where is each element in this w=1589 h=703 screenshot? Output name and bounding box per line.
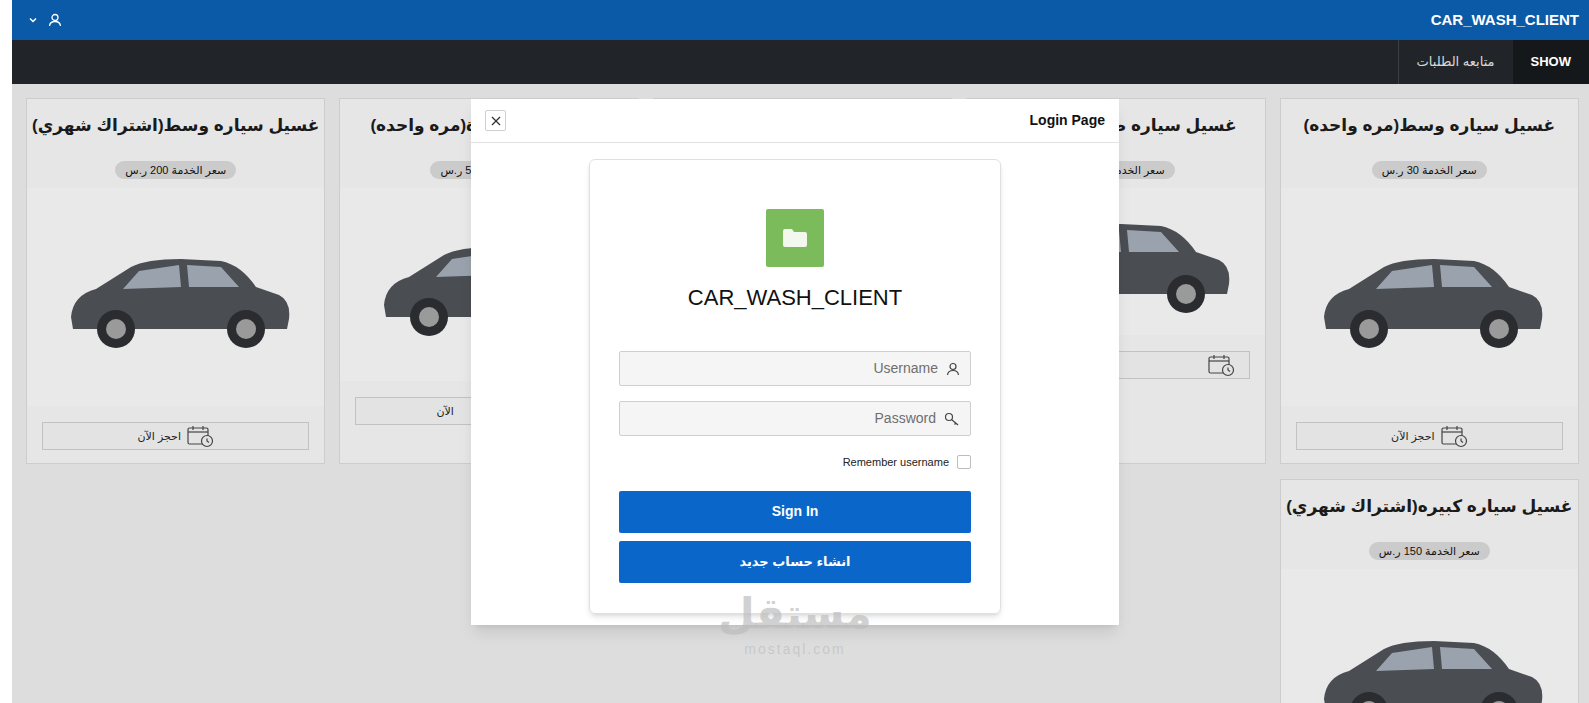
key-icon [944, 412, 960, 426]
service-title: غسيل سياره وسط(اشتراك شهري) [32, 114, 319, 138]
app-logo [766, 209, 824, 267]
car-photo [1281, 188, 1578, 406]
service-card: غسيل سياره وسط(مره واحده) سعر الخدمة 30 ر… [1280, 98, 1579, 464]
price-badge: سعر الخدمة 150 ر.س [1369, 542, 1490, 560]
login-card: CAR_WASH_CLIENT Remember username Sign In ا… [589, 159, 1001, 614]
book-label: احجز الآن [1391, 428, 1435, 445]
chevron-down-icon [28, 15, 38, 25]
login-field [619, 351, 971, 386]
user-icon [48, 13, 62, 27]
price-badge: سعر الخدمة 30 ر.س [1372, 161, 1487, 179]
sign-in-button[interactable]: Sign In [619, 491, 971, 533]
service-title: ة(مره واحده) [370, 114, 476, 138]
calendar-icon [187, 425, 214, 448]
dialog-title: Login Page [1030, 110, 1105, 131]
remember-label: Remember username [843, 454, 949, 471]
remember-row[interactable]: Remember username [619, 454, 971, 471]
watermark: مستقلmostaql.com [720, 589, 870, 660]
app-title: CAR_WASH_CLIENT [1431, 9, 1579, 32]
login-dialog: Login Page CAR_WASH_CLIENT Remember userna… [471, 99, 1119, 625]
top-bar: CAR_WASH_CLIENT [12, 0, 1589, 40]
nav-bar: SHOWمتابعه الطلبات [12, 40, 1589, 84]
car-photo [1281, 569, 1578, 703]
text-input[interactable] [630, 408, 936, 429]
dialog-header: Login Page [471, 99, 1119, 143]
register-button[interactable]: انشاء حساب جديد [619, 541, 971, 583]
calendar-icon [1208, 354, 1235, 377]
price-badge: سعر الخدمة 200 ر.س [115, 161, 236, 179]
car-photo [27, 188, 324, 406]
book-button[interactable]: احجز الآن [1296, 422, 1563, 450]
book-button[interactable]: احجز الآن [42, 422, 309, 450]
service-title: غسيل سياره كبيره(اشتراك شهري) [1286, 495, 1572, 519]
service-card: غسيل سياره كبيره(اشتراك شهري) سعر الخدمة … [1280, 479, 1579, 703]
content: غسيل سياره وسط(مره واحده) سعر الخدمة 30 ر… [12, 84, 1589, 703]
user-menu[interactable] [28, 13, 62, 27]
text-input[interactable] [630, 358, 938, 379]
service-title: غسيل سياره وسط(مره واحده) [1304, 114, 1556, 138]
watermark-sub: mostaql.com [744, 639, 845, 660]
remember-checkbox[interactable] [957, 455, 971, 469]
close-button[interactable] [485, 110, 506, 131]
card-head: غسيل سياره وسط(اشتراك شهري) سعر الخدمة 20… [27, 99, 324, 181]
watermark-text: مستقل [718, 589, 872, 639]
nav-tab[interactable]: متابعه الطلبات [1398, 40, 1513, 84]
card-head: غسيل سياره وسط(مره واحده) سعر الخدمة 30 ر… [1281, 99, 1578, 181]
book-label: الآن [436, 403, 453, 420]
service-card: غسيل سياره وسط(اشتراك شهري) سعر الخدمة 20… [26, 98, 325, 464]
login-field [619, 401, 971, 436]
calendar-icon [1441, 425, 1468, 448]
service-title: غسيل سياره ص [1103, 114, 1236, 138]
close-icon [491, 116, 501, 126]
book-label: احجز الآن [137, 428, 181, 445]
folder-icon [782, 228, 808, 248]
card-head: غسيل سياره كبيره(اشتراك شهري) سعر الخدمة … [1281, 480, 1578, 562]
app-name: CAR_WASH_CLIENT [688, 284, 902, 312]
nav-tab[interactable]: SHOW [1513, 40, 1589, 84]
user-icon [946, 362, 960, 376]
